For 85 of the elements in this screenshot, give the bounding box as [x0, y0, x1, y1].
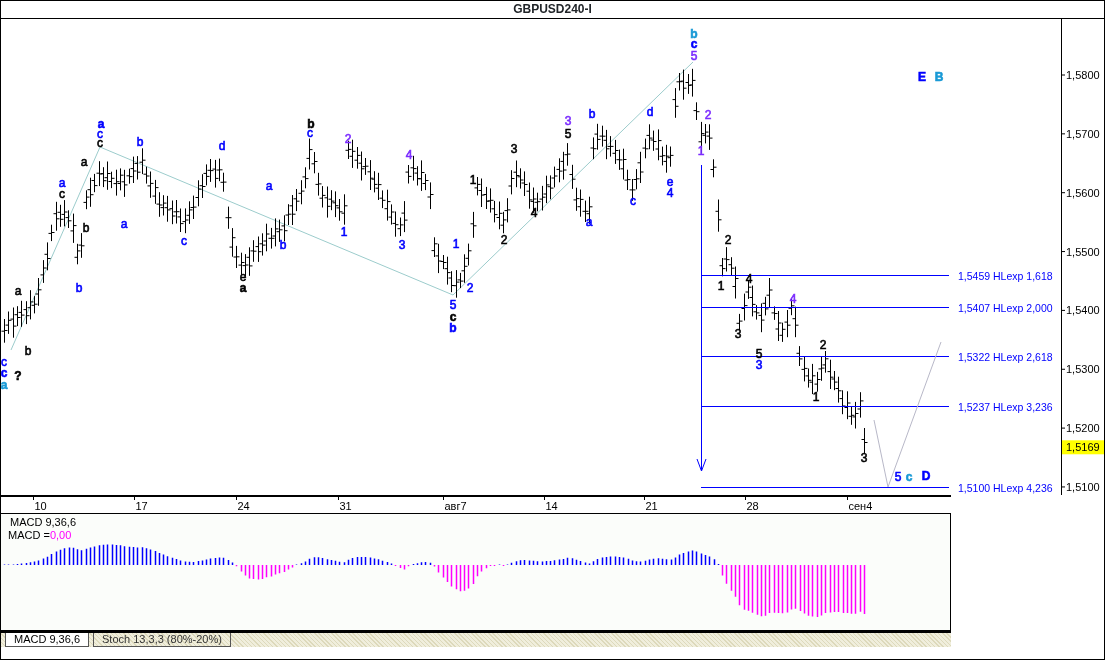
wave-label: 4 — [745, 272, 753, 286]
level-label: 1,5322 HLexp 2,618 — [958, 350, 1053, 363]
wave-label: c — [1, 355, 7, 369]
wave-label: 3 — [860, 451, 868, 465]
date-tick-label: 21 — [645, 500, 658, 512]
level-label: 1,5237 HLexp 3,236 — [958, 400, 1053, 413]
wave-label: 5 — [564, 127, 572, 141]
price-tick-label: 1,5500 — [1066, 245, 1100, 258]
indicator-tab[interactable]: MACD 9,36,6 — [5, 633, 90, 647]
date-tick-label: 31 — [339, 500, 352, 512]
wave-label: 4 — [405, 148, 413, 162]
wave-label: e — [666, 175, 674, 189]
wave-label: b — [24, 344, 32, 358]
date-tick-label: 28 — [746, 500, 759, 512]
date-tick-label: 14 — [545, 500, 558, 512]
wave-label: b — [588, 107, 596, 121]
wave-label: 4 — [789, 292, 797, 306]
wave-label: b — [279, 238, 287, 252]
date-tick-label: 10 — [34, 500, 47, 512]
wave-label: b — [82, 221, 90, 235]
wave-label: 1 — [697, 144, 705, 158]
wave-label: 2 — [344, 132, 352, 146]
wave-label: 3 — [398, 238, 406, 252]
wave-label: 2 — [819, 338, 827, 352]
wave-label: 3 — [564, 114, 572, 128]
wave-label: a — [239, 281, 247, 295]
wave-label: a — [265, 179, 273, 193]
wave-label: 1 — [469, 173, 477, 187]
wave-label: d — [646, 105, 654, 119]
chart-title: GBPUSD240-I — [1, 1, 1104, 19]
wave-label: a — [58, 176, 66, 190]
date-tick-label: 24 — [237, 500, 250, 512]
wave-label: 3 — [510, 142, 518, 156]
wave-label: 2 — [704, 108, 712, 122]
wave-label: c — [59, 187, 65, 201]
wave-label: ? — [14, 369, 22, 383]
wave-label: B — [934, 70, 944, 84]
price-tick-label: 1,5700 — [1066, 127, 1100, 140]
wave-label: 1 — [452, 237, 460, 251]
date-tick-label: сен4 — [848, 500, 873, 512]
level-label: 1,5407 HLexp 2,000 — [958, 301, 1053, 314]
current-price-tag: 1,5169 — [1062, 440, 1104, 455]
level-label: 1,5459 HLexp 1,618 — [958, 269, 1053, 282]
wave-label: e — [239, 270, 247, 284]
wave-label: b — [449, 321, 457, 335]
indicator-value: MACD =0,00 — [8, 529, 72, 541]
wave-label: E — [918, 70, 926, 84]
price-tick-label: 1,5800 — [1066, 69, 1100, 81]
wave-label: 1 — [812, 390, 820, 404]
wave-label: a — [14, 284, 22, 298]
wave-label: a — [120, 217, 128, 231]
wave-label: b — [307, 117, 315, 131]
wave-label: 5 — [449, 298, 457, 312]
wave-label: 4 — [666, 186, 674, 200]
date-tick-label: 17 — [135, 500, 148, 512]
price-tick-label: 1,5600 — [1066, 186, 1100, 199]
price-tick-label: 1,5200 — [1066, 422, 1100, 435]
wave-label: d — [218, 139, 226, 153]
wave-label: 5 — [894, 470, 902, 484]
wave-label: c — [1, 366, 8, 380]
wave-label: 1 — [717, 279, 725, 293]
wave-label: 3 — [755, 358, 763, 372]
wave-label: D — [921, 469, 931, 483]
wave-label: c — [905, 470, 913, 484]
price-tick-label: 1,5400 — [1066, 304, 1100, 317]
wave-label: a — [1, 378, 8, 392]
indicator-title: MACD 9,36,6 — [10, 516, 77, 528]
wave-label: a — [80, 155, 88, 169]
wave-label: b — [75, 281, 83, 295]
price-tick-label: 1,5300 — [1066, 363, 1100, 376]
wave-label: a — [585, 215, 593, 229]
date-tick-label: авг7 — [444, 500, 467, 512]
wave-label: c — [181, 234, 187, 248]
wave-label: 3 — [734, 327, 742, 341]
indicator-tab[interactable]: Stoch 13,3,3 (80%-20%) — [93, 633, 231, 647]
wave-label: c — [630, 194, 636, 208]
wave-label: 2 — [500, 233, 508, 247]
level-label: 1,5100 HLexp 4,236 — [958, 481, 1053, 494]
wave-label: c — [449, 310, 457, 324]
wave-label: 2 — [724, 233, 732, 247]
price-tick-label: 1,5100 — [1066, 480, 1100, 493]
wave-label: b — [136, 135, 144, 149]
wave-label: 2 — [466, 281, 474, 295]
wave-label: 5 — [690, 49, 698, 63]
wave-label: 1 — [340, 225, 348, 239]
